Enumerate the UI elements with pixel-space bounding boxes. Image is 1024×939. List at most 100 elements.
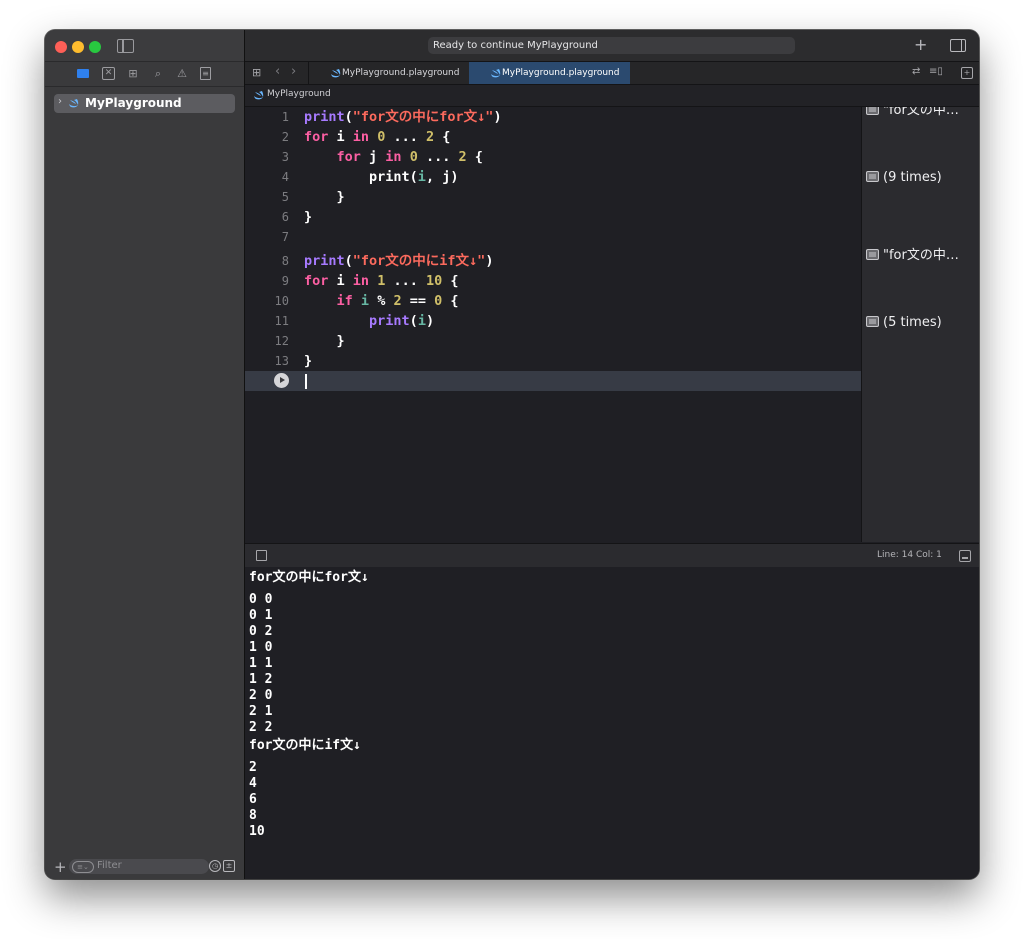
add-editor-icon[interactable]: + bbox=[961, 67, 973, 79]
report-document-icon[interactable]: ≡ bbox=[200, 67, 211, 80]
current-code-line[interactable] bbox=[245, 371, 861, 391]
navigator-selector-bar: ✕ ⊞ ⌕ ⚠ ≡ bbox=[45, 61, 244, 87]
code-line[interactable]: 12 } bbox=[245, 331, 861, 351]
quick-look-icon[interactable] bbox=[866, 316, 879, 327]
swift-icon bbox=[490, 69, 501, 78]
hide-debug-area-icon[interactable] bbox=[256, 550, 267, 561]
code-text: print("for文の中にif文↓") bbox=[304, 253, 494, 269]
code-editor[interactable]: 1 print("for文の中にfor文↓") 2 for i in 0 ...… bbox=[245, 107, 861, 542]
code-line[interactable]: 1 print("for文の中にfor文↓") bbox=[245, 107, 861, 127]
navigator-sidebar: ✕ ⊞ ⌕ ⚠ ≡ › MyPlayground + ≡⌄ Filter ◷ ± bbox=[45, 30, 245, 879]
line-number: 6 bbox=[281, 210, 289, 224]
console-line: for文の中にfor文↓ bbox=[249, 570, 369, 585]
code-line[interactable]: 5 } bbox=[245, 187, 861, 207]
close-window-button[interactable] bbox=[55, 41, 67, 53]
code-line[interactable]: 10 if i % 2 == 0 { bbox=[245, 291, 861, 311]
console-line: for文の中にif文↓ bbox=[249, 738, 361, 753]
zoom-window-button[interactable] bbox=[89, 41, 101, 53]
code-line[interactable]: 3 for j in 0 ... 2 { bbox=[245, 147, 861, 167]
line-number: 2 bbox=[281, 130, 289, 144]
quick-look-icon[interactable] bbox=[866, 249, 879, 260]
editor-area: Ready to continue MyPlayground + ⊞ ‹ › M… bbox=[245, 30, 979, 879]
code-line[interactable]: 13 } bbox=[245, 351, 861, 371]
code-line[interactable]: 7 bbox=[245, 227, 861, 247]
line-number: 11 bbox=[274, 314, 289, 328]
line-number: 13 bbox=[274, 354, 289, 368]
swift-icon bbox=[253, 91, 264, 100]
sidebar-titlebar bbox=[45, 30, 244, 61]
xcode-window: ✕ ⊞ ⌕ ⚠ ≡ › MyPlayground + ≡⌄ Filter ◷ ±… bbox=[45, 30, 979, 879]
forward-chevron-icon[interactable]: › bbox=[291, 64, 296, 79]
sidebar-item-label: MyPlayground bbox=[85, 96, 182, 110]
related-items-grid-icon[interactable]: ⊞ bbox=[252, 66, 261, 79]
result-item[interactable]: "for文の中… bbox=[866, 107, 959, 120]
show-changed-files-icon[interactable]: ± bbox=[223, 860, 235, 872]
back-chevron-icon[interactable]: ‹ bbox=[275, 64, 280, 79]
line-number: 5 bbox=[281, 190, 289, 204]
toggle-console-icon[interactable] bbox=[959, 550, 971, 562]
code-line[interactable]: 9 for i in 1 ... 10 { bbox=[245, 271, 861, 291]
inspector-toggle-icon[interactable] bbox=[950, 39, 966, 52]
console-line: 0 0 bbox=[249, 592, 273, 607]
code-line[interactable]: 6 } bbox=[245, 207, 861, 227]
line-number: 3 bbox=[281, 150, 289, 164]
sidebar-item-myplayground[interactable]: › MyPlayground bbox=[54, 94, 235, 113]
chevron-right-icon[interactable]: › bbox=[58, 96, 62, 107]
filter-field[interactable]: ≡⌄ Filter bbox=[69, 859, 209, 874]
result-text: (9 times) bbox=[883, 170, 942, 185]
console-line: 1 2 bbox=[249, 672, 273, 687]
source-control-icon[interactable]: ✕ bbox=[102, 67, 115, 80]
filter-options-icon[interactable]: ≡⌄ bbox=[72, 861, 94, 873]
recent-files-clock-icon[interactable]: ◷ bbox=[209, 860, 221, 872]
code-line[interactable]: 4 print(i, j) bbox=[245, 167, 861, 187]
tab-label: MyPlayground.playground bbox=[502, 68, 620, 78]
code-text: print(i) bbox=[369, 313, 435, 329]
code-text: } bbox=[304, 353, 313, 369]
sidebar-toggle-icon[interactable] bbox=[117, 39, 134, 53]
editor-options-icon[interactable]: ≡▯ bbox=[929, 66, 943, 77]
activity-status: Ready to continue MyPlayground bbox=[428, 37, 795, 54]
code-text: if i % 2 == 0 { bbox=[336, 293, 459, 309]
code-text: print("for文の中にfor文↓") bbox=[304, 109, 502, 125]
line-number: 7 bbox=[281, 230, 289, 244]
symbol-hierarchy-icon[interactable]: ⊞ bbox=[126, 67, 140, 80]
result-item[interactable]: "for文の中… bbox=[866, 247, 959, 265]
code-line[interactable]: 2 for i in 0 ... 2 { bbox=[245, 127, 861, 147]
run-play-icon[interactable] bbox=[274, 373, 289, 388]
code-text: for i in 1 ... 10 { bbox=[304, 273, 459, 289]
code-line[interactable]: 8 print("for文の中にif文↓") bbox=[245, 251, 861, 271]
swap-editor-icon[interactable]: ⇄ bbox=[912, 66, 920, 77]
console-line: 2 2 bbox=[249, 720, 273, 735]
result-item[interactable]: (5 times) bbox=[866, 314, 942, 332]
swift-icon bbox=[330, 69, 341, 78]
console-line: 1 1 bbox=[249, 656, 273, 671]
result-text: "for文の中… bbox=[883, 107, 959, 118]
console-line: 2 bbox=[249, 760, 257, 775]
minimize-window-button[interactable] bbox=[72, 41, 84, 53]
line-number: 10 bbox=[274, 294, 289, 308]
tab-myplayground-1[interactable]: MyPlayground.playground bbox=[308, 62, 470, 84]
add-file-button[interactable]: + bbox=[54, 858, 67, 876]
code-text: for j in 0 ... 2 { bbox=[336, 149, 483, 165]
console-output[interactable]: for文の中にfor文↓ 0 0 0 1 0 2 1 0 1 1 1 2 2 0… bbox=[245, 567, 979, 879]
console-line: 2 0 bbox=[249, 688, 273, 703]
issue-warning-icon[interactable]: ⚠ bbox=[175, 67, 189, 80]
console-line: 2 1 bbox=[249, 704, 273, 719]
console-line: 1 0 bbox=[249, 640, 273, 655]
library-plus-button[interactable]: + bbox=[914, 35, 927, 54]
code-text: } bbox=[304, 189, 345, 205]
console-line: 6 bbox=[249, 792, 257, 807]
line-number: 8 bbox=[281, 254, 289, 268]
project-navigator-folder-icon[interactable] bbox=[77, 67, 91, 80]
quick-look-icon[interactable] bbox=[866, 171, 879, 182]
breadcrumb-item[interactable]: MyPlayground bbox=[267, 89, 331, 99]
tab-myplayground-2[interactable]: MyPlayground.playground bbox=[469, 62, 630, 84]
search-icon[interactable]: ⌕ bbox=[151, 67, 165, 80]
code-line[interactable]: 11 print(i) bbox=[245, 311, 861, 331]
result-item[interactable]: (9 times) bbox=[866, 169, 942, 187]
console-line: 0 1 bbox=[249, 608, 273, 623]
line-number: 12 bbox=[274, 334, 289, 348]
line-number: 4 bbox=[281, 170, 289, 184]
quick-look-icon[interactable] bbox=[866, 107, 879, 115]
console-line: 10 bbox=[249, 824, 265, 839]
